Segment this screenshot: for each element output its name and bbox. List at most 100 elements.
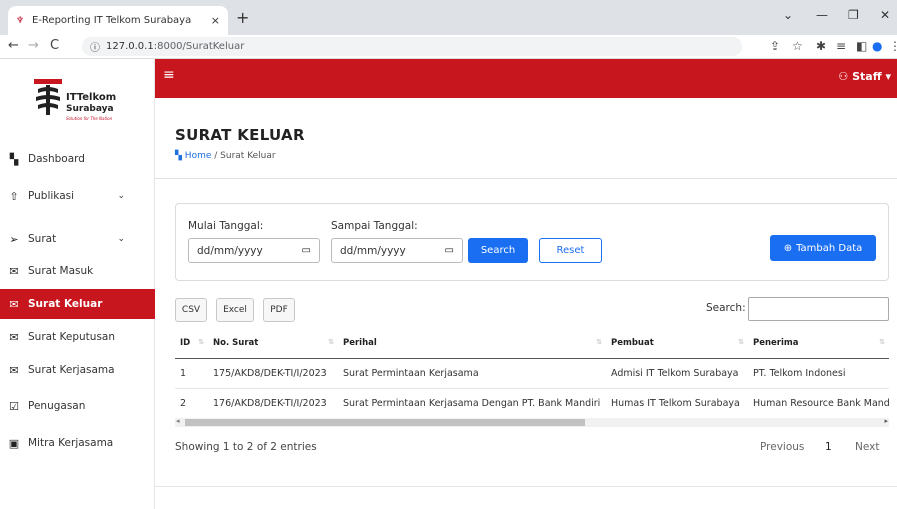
column-header[interactable]: Perihal ⇅ bbox=[338, 328, 606, 359]
add-data-button[interactable]: ⊕ Tambah Data bbox=[770, 235, 876, 261]
chevron-down-icon[interactable]: ⌄ bbox=[117, 234, 125, 244]
address-bar[interactable]: ⓘ 127.0.0.1:8000/SuratKeluar bbox=[82, 37, 742, 56]
table-cell: Human Resource Bank Mandi bbox=[748, 388, 889, 419]
hamburger-menu-icon[interactable]: ≡ bbox=[163, 67, 175, 83]
user-menu[interactable]: ⚇ Staff ▾ bbox=[838, 70, 891, 83]
column-header[interactable]: ID ⇅ bbox=[175, 328, 208, 359]
column-header[interactable]: No. Surat ⇅ bbox=[208, 328, 338, 359]
profile-avatar-icon[interactable]: ● bbox=[872, 39, 882, 53]
calendar-icon[interactable]: ▭ bbox=[302, 245, 311, 256]
table-cell: 176/AKD8/DEK-TI/I/2023 bbox=[208, 388, 338, 419]
start-date-label: Mulai Tanggal: bbox=[188, 220, 264, 232]
logo-mark-icon bbox=[34, 79, 62, 115]
breadcrumb-home-link[interactable]: Home bbox=[185, 151, 212, 161]
maximize-button[interactable]: ❐ bbox=[848, 8, 859, 22]
previous-page-button[interactable]: Previous bbox=[760, 441, 804, 453]
sort-icon[interactable]: ⇅ bbox=[198, 338, 204, 346]
reload-button[interactable]: C bbox=[50, 38, 59, 53]
header-divider bbox=[155, 178, 897, 179]
scroll-left-arrow-icon[interactable]: ◂ bbox=[176, 417, 180, 425]
search-button[interactable]: Search bbox=[468, 238, 528, 263]
add-data-label: Tambah Data bbox=[796, 242, 863, 254]
sidebar-item-surat-keluar[interactable]: ✉ Surat Keluar bbox=[0, 289, 155, 319]
extensions-icon[interactable]: ✱ bbox=[816, 39, 826, 53]
export-csv-button[interactable]: CSV bbox=[175, 298, 207, 322]
surat-keluar-table: ID ⇅ No. Surat ⇅ Perihal ⇅ Pembuat ⇅ Penerima ⇅ 1… bbox=[175, 328, 889, 419]
page-1-button[interactable]: 1 bbox=[825, 441, 832, 453]
minimize-button[interactable]: — bbox=[816, 8, 828, 22]
column-header-label: No. Surat bbox=[213, 337, 259, 348]
new-tab-button[interactable]: + bbox=[236, 8, 249, 27]
scrollbar-thumb[interactable] bbox=[185, 419, 585, 426]
sort-icon[interactable]: ⇅ bbox=[328, 338, 334, 346]
table-cell: Humas IT Telkom Surabaya bbox=[606, 388, 748, 419]
close-window-button[interactable]: ✕ bbox=[880, 8, 890, 22]
caret-down-icon: ▾ bbox=[885, 70, 891, 83]
browser-toolbar: ← → C ⓘ 127.0.0.1:8000/SuratKeluar ⇪ ☆ ✱… bbox=[0, 35, 897, 59]
sidebar-item-label: Surat bbox=[28, 233, 57, 245]
logo-tagline: Solution for The Nation bbox=[66, 116, 113, 121]
bookmark-star-icon[interactable]: ☆ bbox=[792, 39, 803, 53]
table-row[interactable]: 2 176/AKD8/DEK-TI/I/2023 Surat Permintaan … bbox=[175, 388, 889, 419]
next-page-button[interactable]: Next bbox=[855, 441, 879, 453]
tab-search-icon[interactable]: ⌄ bbox=[783, 8, 793, 22]
sidebar-item-label: Mitra Kerjasama bbox=[28, 437, 114, 449]
horizontal-scrollbar[interactable]: ◂ ▸ bbox=[175, 417, 889, 427]
reading-list-icon[interactable]: ≡ bbox=[836, 39, 846, 53]
sidebar-item-label: Surat Masuk bbox=[28, 265, 94, 277]
sidebar-item-publikasi[interactable]: ⇧ Publikasi ⌄ bbox=[0, 181, 155, 211]
end-date-input[interactable]: dd/mm/yyyy ▭ bbox=[331, 238, 463, 263]
chevron-down-icon[interactable]: ⌄ bbox=[117, 191, 125, 201]
mail-icon: ✉ bbox=[9, 363, 19, 377]
column-header[interactable]: Pembuat ⇅ bbox=[606, 328, 748, 359]
forward-button[interactable]: → bbox=[28, 38, 39, 53]
scroll-right-arrow-icon[interactable]: ▸ bbox=[884, 417, 888, 425]
filter-card: Mulai Tanggal: dd/mm/yyyy ▭ Sampai Tangg… bbox=[175, 203, 889, 281]
side-panel-icon[interactable]: ◧ bbox=[856, 39, 867, 53]
browser-menu-icon[interactable]: ⋮ bbox=[889, 39, 897, 53]
sidebar-item-label: Surat Kerjasama bbox=[28, 364, 115, 376]
sidebar-item-surat-masuk[interactable]: ✉ Surat Masuk bbox=[0, 256, 155, 286]
export-pdf-button[interactable]: PDF bbox=[263, 298, 295, 322]
sidebar-item-surat[interactable]: ➢ Surat ⌄ bbox=[0, 224, 155, 254]
browser-tab[interactable]: ♆ E-Reporting IT Telkom Surabaya × bbox=[8, 6, 228, 35]
itts-logo: ITTelkom Surabaya Solution for The Natio… bbox=[32, 73, 142, 133]
sidebar-item-surat-kerjasama[interactable]: ✉ Surat Kerjasama bbox=[0, 355, 155, 385]
home-icon: ▚ bbox=[175, 151, 182, 161]
table-search-input[interactable] bbox=[748, 297, 889, 321]
reset-button[interactable]: Reset bbox=[539, 238, 602, 263]
mail-icon: ✉ bbox=[9, 264, 19, 278]
sidebar-item-label: Surat Keluar bbox=[28, 298, 103, 310]
table-search-label: Search: bbox=[706, 302, 746, 314]
sort-icon[interactable]: ⇅ bbox=[879, 338, 885, 346]
sidebar-item-surat-keputusan[interactable]: ✉ Surat Keputusan bbox=[0, 322, 155, 352]
user-icon: ⚇ bbox=[838, 70, 849, 83]
sidebar-item-dashboard[interactable]: ▚ Dashboard bbox=[0, 144, 155, 174]
table-cell: Surat Permintaan Kerjasama Dengan PT. Ba… bbox=[338, 388, 606, 419]
table-cell: Surat Permintaan Kerjasama bbox=[338, 358, 606, 389]
sort-icon[interactable]: ⇅ bbox=[596, 338, 602, 346]
export-excel-button[interactable]: Excel bbox=[216, 298, 254, 322]
column-header-label: Perihal bbox=[343, 337, 377, 348]
id-card-icon: ▣ bbox=[8, 436, 20, 450]
footer-divider bbox=[155, 486, 897, 487]
site-info-icon[interactable]: ⓘ bbox=[90, 39, 100, 54]
calendar-icon[interactable]: ▭ bbox=[445, 245, 454, 256]
tab-close-icon[interactable]: × bbox=[211, 14, 220, 27]
table-row[interactable]: 1 175/AKD8/DEK-TI/I/2023 Surat Permintaan … bbox=[175, 358, 889, 389]
column-header[interactable]: Penerima ⇅ bbox=[748, 328, 889, 359]
favicon-icon: ♆ bbox=[16, 15, 25, 26]
main-content: SURAT KELUAR ▚ Home / Surat Keluar Mulai… bbox=[155, 98, 897, 509]
browser-tab-title: E-Reporting IT Telkom Surabaya bbox=[32, 15, 192, 26]
sort-icon[interactable]: ⇅ bbox=[738, 338, 744, 346]
logo-name-line1: ITTelkom bbox=[66, 92, 117, 103]
back-button[interactable]: ← bbox=[8, 38, 19, 53]
logo-name-line2: Surabaya bbox=[66, 104, 114, 114]
sidebar-item-label: Surat Keputusan bbox=[28, 331, 115, 343]
start-date-input[interactable]: dd/mm/yyyy ▭ bbox=[188, 238, 320, 263]
share-icon[interactable]: ⇪ bbox=[770, 39, 780, 53]
breadcrumb-separator: / bbox=[214, 151, 218, 161]
sidebar-item-mitra-kerjasama[interactable]: ▣ Mitra Kerjasama bbox=[0, 428, 155, 458]
sidebar-item-label: Dashboard bbox=[28, 153, 85, 165]
sidebar-item-penugasan[interactable]: ☑ Penugasan bbox=[0, 391, 155, 421]
